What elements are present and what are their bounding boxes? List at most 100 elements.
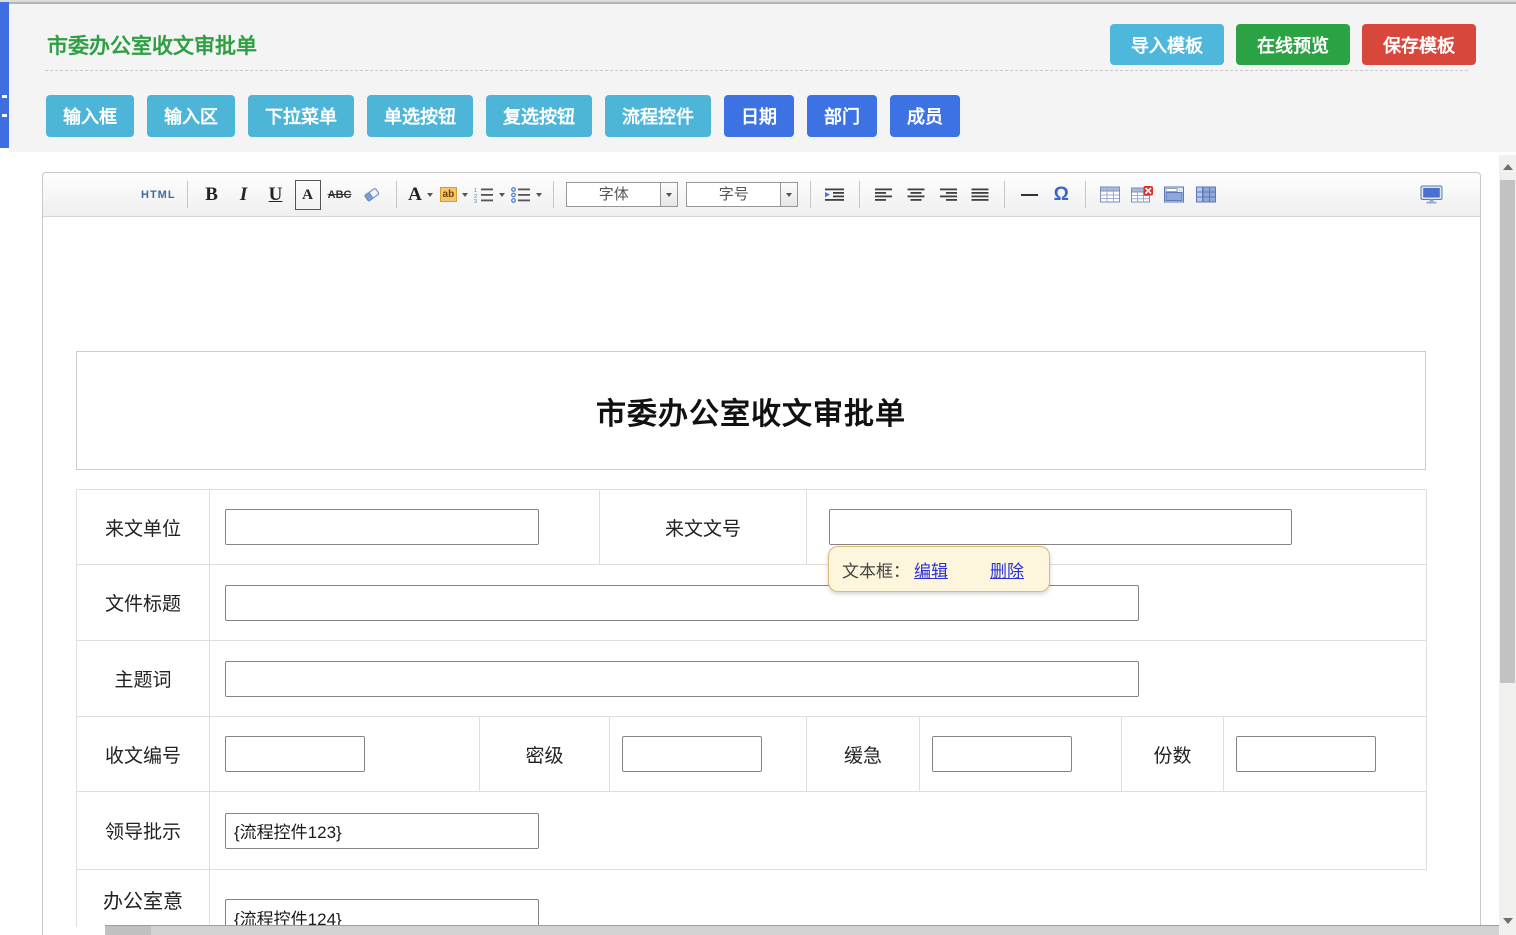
doc-number-label: 来文文号 (600, 490, 807, 565)
rich-text-editor: HTML B I U A ABC A ab (42, 172, 1481, 935)
urgency-input[interactable] (932, 736, 1072, 772)
widget-checkbox-button[interactable]: 复选按钮 (486, 95, 592, 137)
font-color-button[interactable]: A (408, 180, 434, 210)
vertical-scrollbar[interactable] (1499, 155, 1516, 935)
window-top-edge (0, 0, 1516, 4)
chevron-down-icon[interactable] (660, 183, 677, 206)
widget-date-button[interactable]: 日期 (724, 95, 794, 137)
table-properties-button[interactable] (1161, 180, 1187, 210)
toolbar-separator (1004, 181, 1005, 208)
delete-link[interactable]: 删除 (990, 557, 1024, 582)
table-cell (210, 490, 600, 565)
align-justify-button[interactable] (967, 180, 993, 210)
table-cell (210, 641, 1427, 717)
copies-label: 份数 (1122, 717, 1224, 792)
source-unit-label: 来文单位 (77, 490, 210, 565)
scroll-down-arrow-icon[interactable] (1499, 913, 1516, 929)
special-character-button[interactable]: Ω (1048, 180, 1074, 210)
font-family-select[interactable]: 字体 (566, 182, 678, 207)
import-template-button[interactable]: 导入模板 (1110, 24, 1224, 65)
widget-dropdown-button[interactable]: 下拉菜单 (248, 95, 354, 137)
html-source-button[interactable]: HTML (141, 180, 176, 210)
table-row: 领导批示 (77, 792, 1426, 870)
align-right-button[interactable] (935, 180, 961, 210)
toolbar-separator (396, 181, 397, 208)
table-row: 文件标题 (77, 565, 1426, 641)
table-cell (210, 870, 1426, 927)
widget-toolbar: 输入框 输入区 下拉菜单 单选按钮 复选按钮 流程控件 日期 部门 成员 (46, 95, 960, 137)
cell-properties-button[interactable] (1193, 180, 1219, 210)
scroll-up-arrow-icon[interactable] (1499, 159, 1516, 175)
fullscreen-preview-icon[interactable] (1418, 180, 1444, 210)
save-template-button[interactable]: 保存模板 (1362, 24, 1476, 65)
align-left-button[interactable] (871, 180, 897, 210)
window-bottom-segment (105, 926, 151, 935)
widget-input-box-button[interactable]: 输入框 (46, 95, 134, 137)
copies-input[interactable] (1236, 736, 1376, 772)
ordered-list-button[interactable]: 1 2 3 (474, 180, 505, 210)
office-opinion-label: 办公室意见 (77, 870, 210, 927)
bold-button[interactable]: B (199, 180, 225, 210)
toolbar-separator (859, 181, 860, 208)
document-title: 市委办公室收文审批单 (596, 389, 906, 433)
edit-link[interactable]: 编辑 (914, 557, 948, 582)
source-unit-input[interactable] (225, 509, 539, 545)
eraser-icon[interactable] (359, 180, 385, 210)
secrecy-input[interactable] (622, 736, 762, 772)
insert-table-button[interactable] (1097, 180, 1123, 210)
window-bottom-edge (105, 925, 1516, 935)
table-cell (610, 717, 807, 792)
widget-flow-control-button[interactable]: 流程控件 (605, 95, 711, 137)
svg-text:3: 3 (474, 199, 477, 203)
table-cell (210, 792, 1427, 870)
widget-department-button[interactable]: 部门 (807, 95, 877, 137)
bullet-list-button[interactable] (511, 180, 542, 210)
table-cell (920, 717, 1122, 792)
toolbar-separator (810, 181, 811, 208)
widget-textarea-button[interactable]: 输入区 (147, 95, 235, 137)
delete-table-button[interactable] (1129, 180, 1155, 210)
header-actions: 导入模板 在线预览 保存模板 (1110, 24, 1476, 65)
form-table: 来文单位 来文文号 文件标题 主题词 (76, 489, 1426, 927)
left-sliver-mark (2, 95, 7, 98)
highlight-color-button[interactable]: ab (440, 180, 469, 210)
font-size-select[interactable]: 字号 (686, 182, 798, 207)
tooltip-label: 文本框： (842, 557, 910, 582)
receipt-number-label: 收文编号 (77, 717, 210, 792)
chevron-down-icon (462, 193, 468, 197)
italic-button[interactable]: I (231, 180, 257, 210)
document-title-block[interactable]: 市委办公室收文审批单 (76, 351, 1426, 470)
toolbar-separator (1085, 181, 1086, 208)
indent-button[interactable] (822, 180, 848, 210)
page: 市委办公室收文审批单 导入模板 在线预览 保存模板 输入框 输入区 下拉菜单 单… (0, 0, 1516, 935)
table-row: 主题词 (77, 641, 1426, 717)
toolbar-separator (553, 181, 554, 208)
online-preview-button[interactable]: 在线预览 (1236, 24, 1350, 65)
office-opinion-input[interactable] (225, 899, 539, 927)
horizontal-rule-button[interactable] (1016, 180, 1042, 210)
underline-button[interactable]: U (263, 180, 289, 210)
subject-label: 主题词 (77, 641, 210, 717)
widget-radio-button[interactable]: 单选按钮 (367, 95, 473, 137)
control-tooltip: 文本框： 编辑 删除 (828, 546, 1050, 592)
left-panel-sliver (0, 2, 9, 148)
leader-comment-input[interactable] (225, 813, 539, 849)
align-center-button[interactable] (903, 180, 929, 210)
leader-comment-label: 领导批示 (77, 792, 210, 870)
doc-number-input[interactable] (829, 509, 1292, 545)
subject-input[interactable] (225, 661, 1139, 697)
table-cell (1224, 717, 1427, 792)
receipt-number-input[interactable] (225, 736, 365, 772)
chevron-down-icon (427, 193, 433, 197)
font-style-button[interactable]: A (295, 180, 321, 210)
scrollbar-thumb[interactable] (1500, 180, 1515, 683)
widget-member-button[interactable]: 成员 (890, 95, 960, 137)
chevron-down-icon[interactable] (780, 183, 797, 206)
table-cell (210, 565, 1427, 641)
header-divider (45, 70, 1468, 71)
strikethrough-button[interactable]: ABC (327, 180, 353, 210)
urgency-label: 缓急 (807, 717, 920, 792)
table-row: 收文编号 密级 缓急 份数 (77, 717, 1426, 792)
doc-title-label: 文件标题 (77, 565, 210, 641)
toolbar-separator (187, 181, 188, 208)
